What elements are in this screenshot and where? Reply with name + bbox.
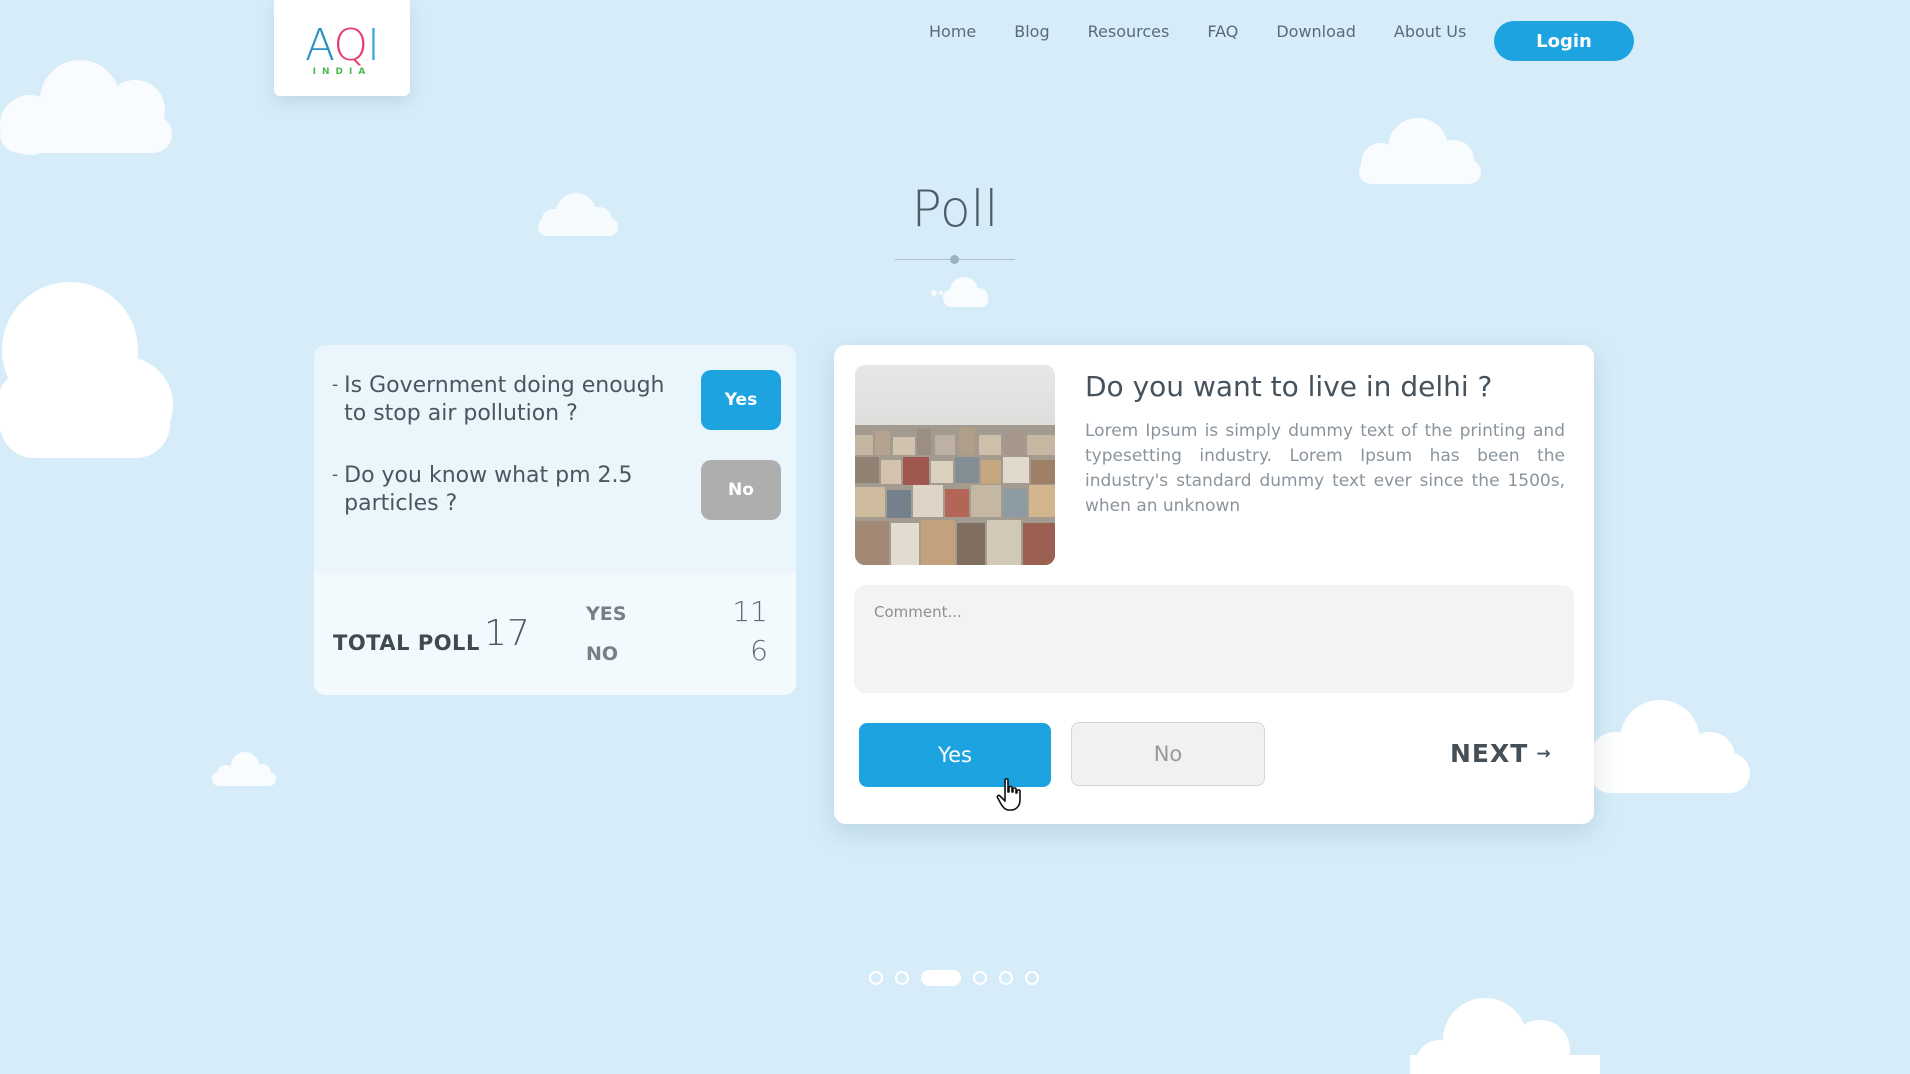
poll-question-text: Do you know what pm 2.5 particles ? (344, 463, 633, 516)
delhi-city-image (855, 365, 1055, 565)
cloud-decoration (0, 282, 173, 458)
total-poll-label: TOTAL POLL (333, 631, 480, 655)
pagination-dot-active[interactable] (921, 970, 961, 986)
no-button[interactable]: No (1071, 722, 1265, 786)
main-nav: Home Blog Resources FAQ Download About U… (929, 22, 1504, 41)
cloud-decoration (931, 277, 988, 307)
pagination-dot[interactable] (895, 971, 909, 985)
comment-input[interactable] (854, 585, 1574, 693)
poll-question-item: - Do you know what pm 2.5 particles ? (332, 462, 674, 518)
logo[interactable]: AQI INDIA (274, 0, 410, 96)
cloud-decoration (0, 60, 172, 155)
pagination-dot[interactable] (999, 971, 1013, 985)
nav-blog[interactable]: Blog (1014, 22, 1049, 41)
title-divider-dot (950, 255, 959, 264)
nav-resources[interactable]: Resources (1088, 22, 1170, 41)
cloud-decoration (212, 752, 276, 786)
poll-history-card: - Is Government doing enough to stop air… (314, 345, 796, 695)
pagination-dot[interactable] (973, 971, 987, 985)
total-poll-value: 17 (484, 613, 530, 654)
nav-about-us[interactable]: About Us (1394, 22, 1466, 41)
answer-badge-yes[interactable]: Yes (701, 370, 781, 430)
nav-home[interactable]: Home (929, 22, 976, 41)
login-button[interactable]: Login (1494, 21, 1634, 61)
arrow-right-icon: → (1536, 743, 1552, 764)
poll-question-description: Lorem Ipsum is simply dummy text of the … (1085, 421, 1565, 516)
no-count-label: NO (586, 643, 619, 665)
pagination-dot[interactable] (869, 971, 883, 985)
poll-question-card: Do you want to live in delhi ? Lorem Ips… (834, 345, 1594, 824)
answer-badge-no[interactable]: No (701, 460, 781, 520)
yes-count-label: YES (586, 603, 627, 625)
carousel-pagination (869, 970, 1051, 986)
page-title: Poll (911, 180, 999, 238)
cloud-decoration (1359, 118, 1481, 184)
logo-wordmark: AQI (305, 19, 380, 71)
logo-subtitle: INDIA (312, 66, 372, 77)
next-button[interactable]: NEXT → (1450, 739, 1552, 768)
cloud-decoration (1410, 998, 1600, 1074)
pagination-dot[interactable] (1025, 971, 1039, 985)
nav-download[interactable]: Download (1276, 22, 1356, 41)
poll-question-item: - Is Government doing enough to stop air… (332, 372, 674, 428)
nav-faq[interactable]: FAQ (1207, 22, 1238, 41)
poll-question-text: Is Government doing enough to stop air p… (344, 373, 665, 426)
hand-cursor-icon (996, 778, 1021, 811)
cloud-decoration (1590, 700, 1750, 793)
poll-question-title: Do you want to live in delhi ? (1085, 370, 1493, 403)
no-count-value: 6 (750, 634, 768, 667)
yes-count-value: 11 (732, 595, 768, 628)
next-label: NEXT (1450, 739, 1529, 768)
poll-stats: TOTAL POLL 17 YES 11 NO 6 (314, 573, 796, 695)
